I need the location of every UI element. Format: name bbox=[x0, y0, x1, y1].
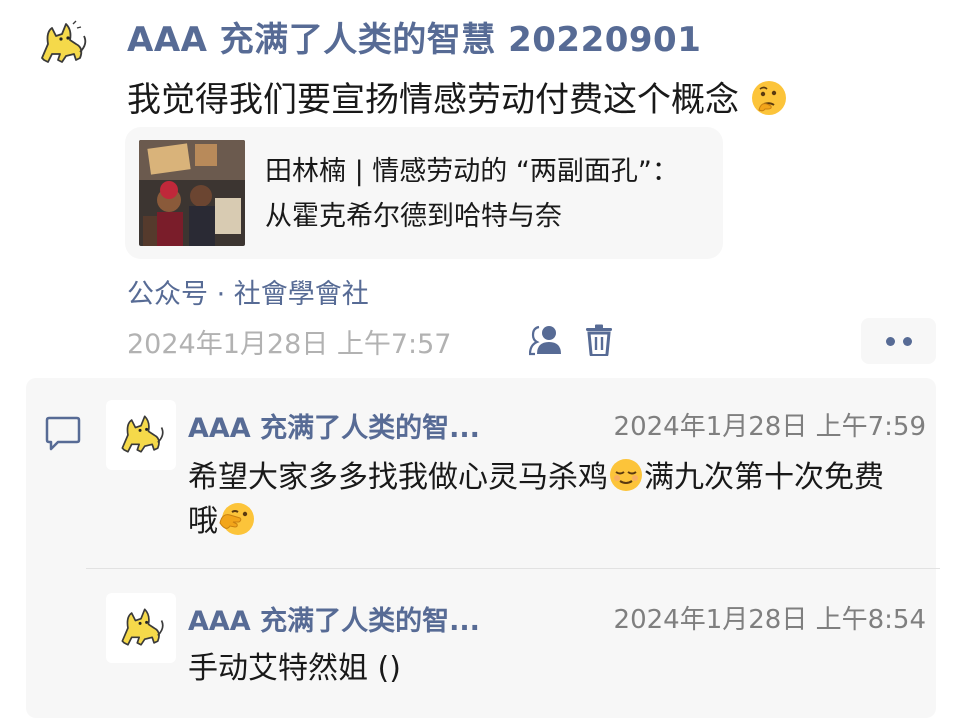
article-thumbnail bbox=[139, 140, 245, 246]
commenter-avatar[interactable] bbox=[106, 593, 176, 663]
article-title: 田林楠 | 情感劳动的 “两副面孔”：从霍克希尔德到哈特与奈 bbox=[265, 156, 679, 232]
commenter-name[interactable]: AAA 充满了人类的智... bbox=[188, 599, 480, 638]
comment-text: 希望大家多多找我做心灵马杀鸡 满九次第十次免费哦 bbox=[188, 456, 908, 544]
post-text-body: 我觉得我们要宣扬情感劳动付费这个概念 bbox=[127, 80, 739, 120]
comment-bubble-icon bbox=[44, 416, 82, 456]
comment-item[interactable]: AAA 充满了人类的智... 2024年1月28日 上午8:54 手动艾特然姐 … bbox=[106, 593, 926, 693]
comment-text-part1: 希望大家多多找我做心灵马杀鸡 bbox=[188, 460, 608, 495]
comment-time: 2024年1月28日 上午8:54 bbox=[613, 605, 926, 635]
article-link-card[interactable]: 田林楠 | 情感劳动的 “两副面孔”：从霍克希尔德到哈特与奈 bbox=[125, 127, 723, 259]
more-dot-icon bbox=[885, 336, 895, 346]
thinking-face-emoji-icon bbox=[751, 81, 786, 115]
article-source[interactable]: 公众号 · 社會學會社 bbox=[127, 272, 369, 311]
more-actions-button[interactable] bbox=[861, 318, 936, 364]
cat-avatar-icon bbox=[121, 608, 164, 646]
relieved-face-emoji-icon bbox=[610, 459, 642, 491]
visibility-button[interactable] bbox=[528, 322, 564, 358]
commenter-name[interactable]: AAA 充满了人类的智... bbox=[188, 406, 480, 445]
post-text: 我觉得我们要宣扬情感劳动付费这个概念 bbox=[127, 72, 788, 121]
delete-button[interactable] bbox=[582, 322, 616, 358]
comment-text: 手动艾特然姐 () bbox=[188, 651, 401, 686]
commenter-avatar[interactable] bbox=[106, 400, 176, 470]
comments-panel: AAA 充满了人类的智... 2024年1月28日 上午7:59 希望大家多多找… bbox=[26, 378, 940, 718]
post-timestamp: 2024年1月28日 上午7:57 bbox=[127, 329, 452, 360]
cat-avatar-icon bbox=[41, 20, 87, 63]
comment-time: 2024年1月28日 上午7:59 bbox=[613, 412, 926, 442]
comment-divider bbox=[86, 568, 940, 569]
trash-icon bbox=[586, 324, 612, 356]
people-icon bbox=[529, 325, 561, 356]
face-with-hand-over-mouth-emoji-icon bbox=[219, 503, 254, 535]
poster-avatar[interactable] bbox=[30, 12, 94, 76]
more-dot-icon bbox=[902, 336, 912, 346]
comment-item[interactable]: AAA 充满了人类的智... 2024年1月28日 上午7:59 希望大家多多找… bbox=[106, 400, 926, 560]
cat-avatar-icon bbox=[121, 415, 164, 453]
poster-name[interactable]: AAA 充满了人类的智慧 20220901 bbox=[127, 12, 701, 61]
